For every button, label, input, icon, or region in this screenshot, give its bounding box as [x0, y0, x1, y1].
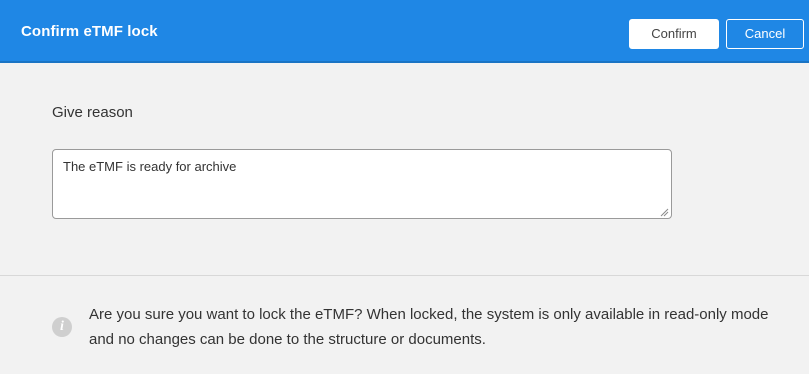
dialog-header: Confirm eTMF lock Confirm Cancel — [0, 0, 809, 63]
dialog-body: Give reason The eTMF is ready for archiv… — [0, 63, 809, 275]
resize-grip-icon[interactable] — [659, 207, 669, 217]
reason-textarea[interactable]: The eTMF is ready for archive — [52, 149, 672, 219]
divider — [0, 275, 809, 276]
cancel-button[interactable]: Cancel — [726, 19, 804, 49]
dialog-title: Confirm eTMF lock — [21, 23, 158, 40]
info-icon: i — [52, 317, 72, 337]
confirm-lock-dialog: Confirm eTMF lock Confirm Cancel Give re… — [0, 0, 809, 374]
reason-label: Give reason — [52, 104, 133, 121]
confirm-button[interactable]: Confirm — [629, 19, 719, 49]
info-message: Are you sure you want to lock the eTMF? … — [89, 306, 769, 348]
